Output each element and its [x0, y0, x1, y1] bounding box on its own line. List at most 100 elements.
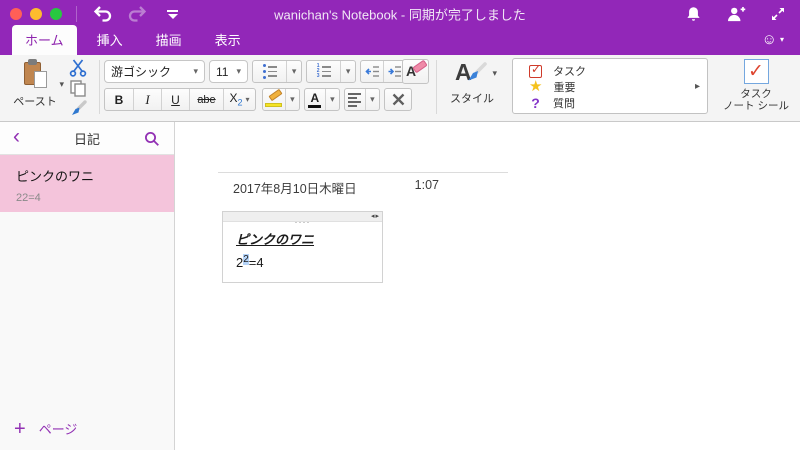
- notifications-button[interactable]: [685, 5, 702, 23]
- note-body[interactable]: ピンクのワニ 22=4: [223, 222, 382, 277]
- tab-view[interactable]: 表示: [202, 25, 254, 55]
- tag-important[interactable]: ★ 重要: [529, 79, 707, 95]
- format-painter-icon: [72, 100, 87, 115]
- tags-gallery: ✓ タスク ★ 重要 ? 質問 ▸: [512, 58, 708, 114]
- copy-button[interactable]: [69, 79, 87, 97]
- font-size-select[interactable]: 11 ▾: [209, 60, 248, 83]
- paste-button[interactable]: ▾ ペースト: [8, 59, 64, 109]
- underline-button[interactable]: U: [161, 89, 189, 110]
- bullet-list-group: ▾: [252, 60, 302, 83]
- clipboard-tools: [64, 58, 92, 119]
- chevron-down-icon: ▾: [779, 35, 784, 44]
- tab-draw[interactable]: 描画: [143, 25, 195, 55]
- align-icon: [348, 92, 362, 107]
- align-dropdown[interactable]: ▾: [364, 89, 379, 110]
- resize-handles-icon[interactable]: ◂▸: [371, 212, 380, 221]
- font-name-select[interactable]: 游ゴシック ▾: [104, 60, 205, 83]
- title-bar: wanichan's Notebook - 同期が完了しました: [0, 0, 800, 28]
- page-canvas[interactable]: 2017年8月10日木曜日 1:07 ···· ◂▸ ピンクのワニ 22=4: [176, 122, 800, 450]
- search-icon: [145, 132, 159, 146]
- chevron-down-icon: ▾: [492, 68, 497, 78]
- highlight-dropdown[interactable]: ▾: [284, 89, 299, 110]
- collapse-ribbon-button[interactable]: [167, 9, 178, 19]
- page-date[interactable]: 2017年8月10日木曜日: [233, 178, 357, 197]
- highlight-button[interactable]: [263, 88, 285, 110]
- font-color-button[interactable]: A: [305, 89, 325, 110]
- format-painter-button[interactable]: [68, 99, 88, 119]
- font-color-dropdown[interactable]: ▾: [324, 89, 339, 110]
- style-brush-icon: [468, 62, 487, 81]
- indent-icon: [388, 66, 401, 77]
- tag-task[interactable]: ✓ タスク: [529, 61, 707, 79]
- eraser-icon: [412, 59, 428, 74]
- font-style-group: B I U abe X2 ▾: [104, 88, 256, 111]
- search-button[interactable]: [144, 131, 160, 147]
- tags-gallery-more-button[interactable]: ▸: [695, 81, 700, 92]
- cut-button[interactable]: [68, 58, 88, 77]
- numbered-list-group: 1 2 3 ▾: [306, 60, 356, 83]
- titlebar-actions: [685, 0, 786, 28]
- page-list-item-selected[interactable]: ピンクのワニ 22=4: [0, 155, 174, 212]
- close-button[interactable]: [10, 8, 22, 20]
- page-list-sidebar: ‹ 日記 ピンクのワニ 22=4 + ページ: [0, 122, 175, 450]
- tab-home[interactable]: ホーム: [12, 25, 77, 55]
- tag-question[interactable]: ? 質問: [529, 95, 707, 111]
- traffic-lights: [0, 8, 62, 20]
- fullscreen-button[interactable]: [770, 6, 786, 22]
- numbered-list-dropdown[interactable]: ▾: [340, 61, 355, 82]
- star-icon: ★: [529, 78, 543, 95]
- group-divider: [99, 60, 100, 114]
- titlebar-divider: [76, 6, 77, 22]
- bullet-list-icon: [262, 64, 266, 79]
- delete-button[interactable]: [384, 88, 412, 111]
- feedback-button[interactable]: ☺ ▾: [762, 32, 784, 47]
- outdent-button[interactable]: [361, 61, 383, 82]
- subscript-button[interactable]: X2 ▾: [223, 89, 255, 110]
- smiley-icon: ☺: [761, 31, 777, 48]
- ribbon: ▾ ペースト 游ゴシック ▾ 11 ▾ ▾ 1 2 3 ▾ A B I U ab…: [0, 55, 800, 122]
- bold-button[interactable]: B: [105, 89, 133, 110]
- paragraph-align-group: ▾: [344, 88, 380, 111]
- tag-question-label: 質問: [553, 98, 575, 110]
- share-button[interactable]: [726, 6, 746, 22]
- bullet-list-button[interactable]: [253, 61, 286, 82]
- note-drag-handle[interactable]: ···· ◂▸: [223, 212, 382, 227]
- note-container: ···· ◂▸ ピンクのワニ 22=4: [222, 211, 383, 283]
- chevron-down-icon: ▾: [245, 95, 250, 104]
- numbered-list-button[interactable]: 1 2 3: [307, 61, 340, 82]
- page-item-preview: 22=4: [16, 192, 41, 204]
- clear-formatting-button[interactable]: A: [402, 59, 429, 84]
- group-divider: [436, 60, 437, 114]
- back-button[interactable]: ‹: [13, 125, 20, 149]
- undo-button[interactable]: [93, 5, 112, 23]
- add-page-label: ページ: [38, 422, 78, 437]
- task-note-seal-button[interactable]: ✓ タスク ノート シール: [714, 59, 798, 112]
- minimize-button[interactable]: [30, 8, 42, 20]
- title-divider: [218, 172, 508, 173]
- align-button[interactable]: [345, 89, 365, 110]
- undo-icon: [93, 6, 112, 22]
- redo-button[interactable]: [128, 5, 147, 23]
- task-checkbox-icon: ✓: [529, 61, 542, 78]
- strikethrough-button[interactable]: abe: [189, 89, 223, 110]
- redo-icon: [128, 6, 147, 22]
- styles-label: スタイル: [450, 93, 494, 105]
- font-color-icon: A: [308, 92, 322, 108]
- tab-insert[interactable]: 挿入: [84, 25, 136, 55]
- bell-icon: [687, 7, 700, 21]
- font-name-value: 游ゴシック: [111, 65, 172, 79]
- page-time[interactable]: 1:07: [415, 178, 439, 197]
- question-icon: ?: [531, 95, 540, 111]
- italic-button[interactable]: I: [133, 89, 161, 110]
- paste-label: ペースト: [13, 96, 57, 108]
- scissors-icon: [69, 59, 87, 77]
- bullet-list-dropdown[interactable]: ▾: [286, 61, 301, 82]
- note-equation: 22=4: [236, 254, 369, 270]
- onenote-window: wanichan's Notebook - 同期が完了しました ホーム 挿入 描…: [0, 0, 800, 450]
- zoom-button[interactable]: [50, 8, 62, 20]
- styles-button[interactable]: A ▾ スタイル: [443, 58, 501, 106]
- add-page-button[interactable]: + ページ: [14, 419, 78, 439]
- font-color-group: A ▾: [304, 88, 340, 111]
- font-size-value: 11: [216, 64, 229, 79]
- styles-icon: A ▾: [455, 59, 497, 85]
